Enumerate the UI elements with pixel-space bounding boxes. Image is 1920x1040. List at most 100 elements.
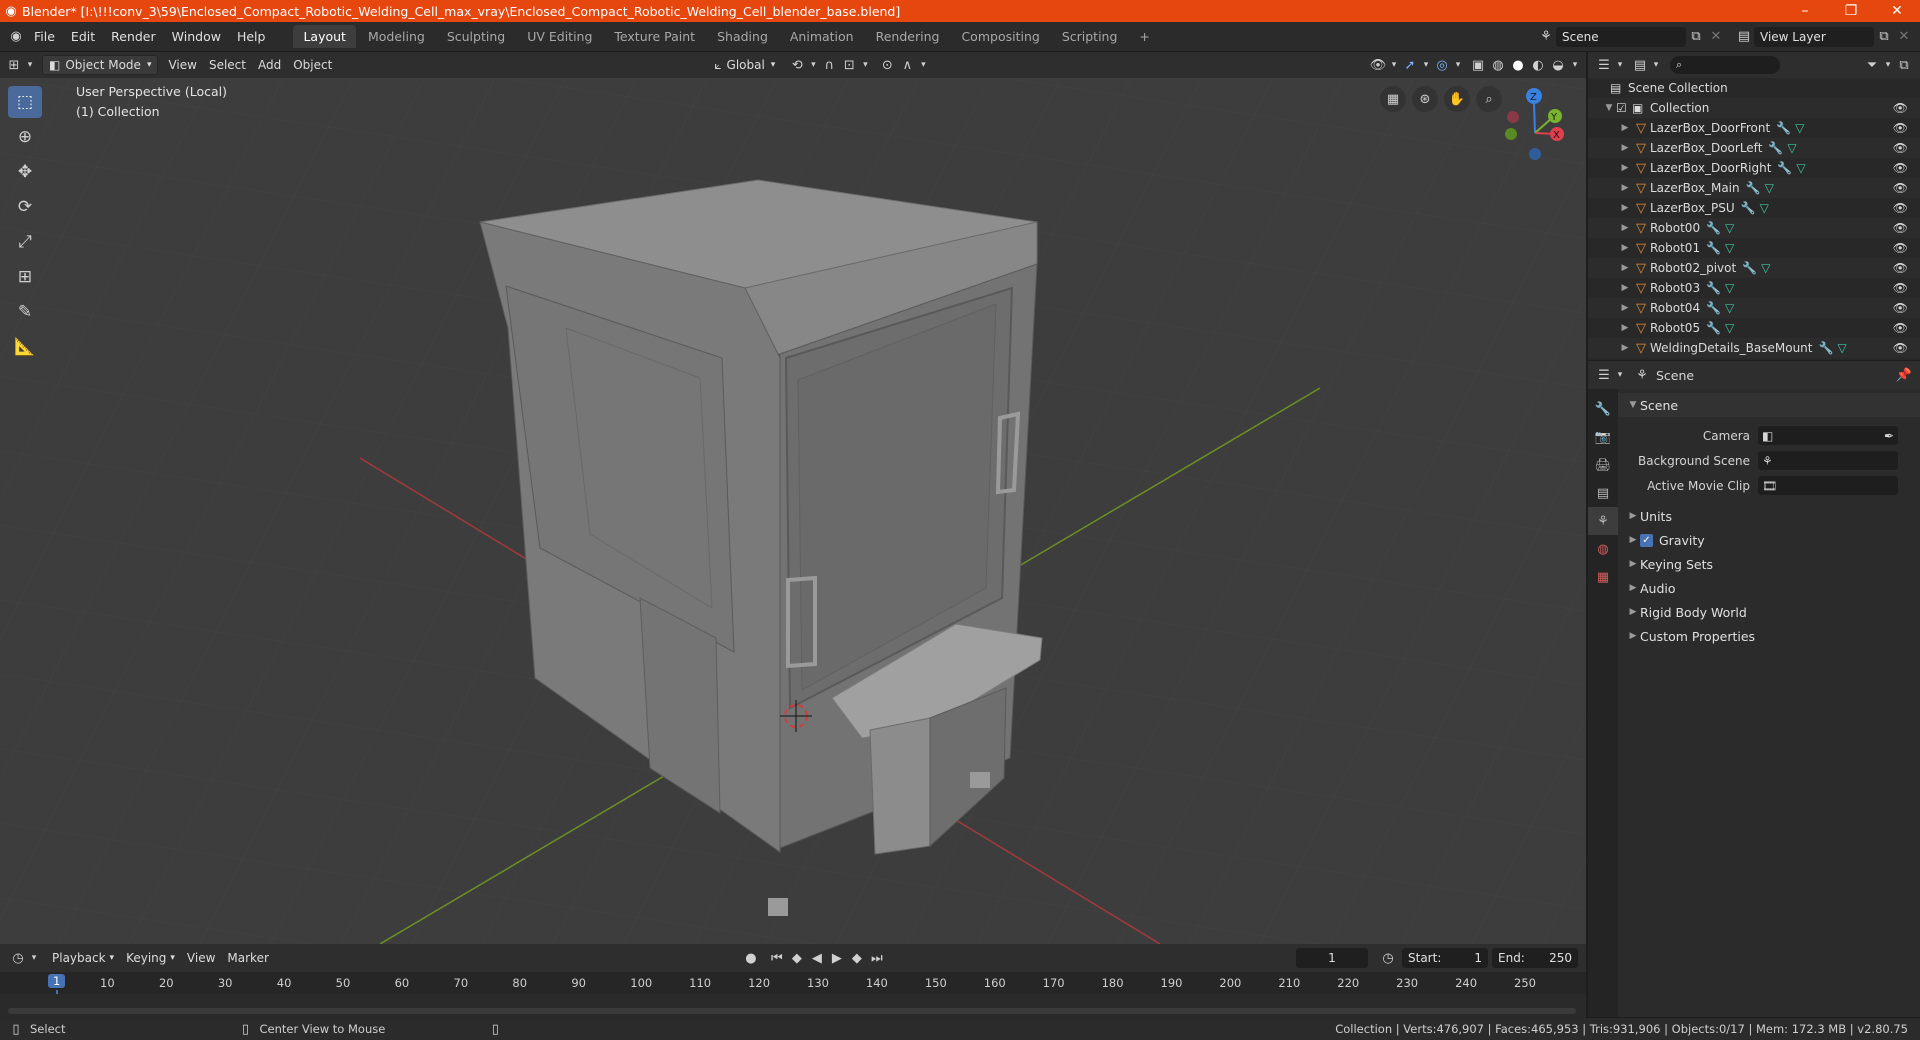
pan-hand-icon[interactable]: ✋ <box>1444 86 1470 112</box>
checkbox-icon[interactable]: ☑ <box>1616 101 1632 115</box>
output-tab-icon[interactable]: 🖨 <box>1588 451 1618 479</box>
tab-compositing[interactable]: Compositing <box>951 25 1049 48</box>
menu-playback[interactable]: Playback ▾ <box>46 948 120 968</box>
mesh-data-icon[interactable]: ▽ <box>1787 141 1796 155</box>
outliner-object-row[interactable]: ▶ ▽ LazerBox_DoorFront 🔧 ▽ 👁 <box>1588 118 1920 138</box>
modifier-wrench-icon[interactable]: 🔧 <box>1777 161 1792 175</box>
audio-panel[interactable]: ▶ Audio <box>1618 576 1920 600</box>
menu-render[interactable]: Render <box>103 29 164 44</box>
menu-timeline-view[interactable]: View <box>181 948 221 968</box>
menu-window[interactable]: Window <box>164 29 229 44</box>
modifier-wrench-icon[interactable]: 🔧 <box>1706 321 1721 335</box>
xray-toggle-icon[interactable]: ▣ <box>1468 55 1488 75</box>
jump-start-icon[interactable]: ⏮ <box>767 948 787 968</box>
eye-icon[interactable]: 👁 <box>1893 201 1908 215</box>
mesh-data-icon[interactable]: ▽ <box>1725 281 1734 295</box>
modifier-wrench-icon[interactable]: 🔧 <box>1746 181 1761 195</box>
close-button[interactable]: ✕ <box>1874 3 1920 19</box>
gravity-panel[interactable]: ▶ ✓ Gravity <box>1618 528 1920 552</box>
zoom-icon[interactable]: ⌕ <box>1476 86 1502 112</box>
modifier-wrench-icon[interactable]: 🔧 <box>1768 141 1783 155</box>
outliner-object-row[interactable]: ▶ ▽ LazerBox_DoorLeft 🔧 ▽ 👁 <box>1588 138 1920 158</box>
modifier-wrench-icon[interactable]: 🔧 <box>1776 121 1791 135</box>
modifier-wrench-icon[interactable]: 🔧 <box>1741 201 1756 215</box>
current-frame-marker[interactable]: 1 <box>48 974 66 988</box>
menu-select[interactable]: Select <box>203 55 252 75</box>
mesh-data-icon[interactable]: ▽ <box>1725 241 1734 255</box>
next-keyframe-icon[interactable]: ◆ <box>847 948 867 968</box>
scene-section-header[interactable]: ▼ Scene <box>1618 393 1920 417</box>
3d-viewport[interactable]: Z Y X User Perspective (Local) (1) Colle… <box>0 78 1586 944</box>
editor-type-icon[interactable]: ⊞ <box>4 55 24 75</box>
menu-edit[interactable]: Edit <box>63 29 103 44</box>
eye-icon[interactable]: 👁 <box>1893 281 1908 295</box>
eye-icon[interactable]: 👁 <box>1893 141 1908 155</box>
snap-target-icon[interactable]: ⊡ <box>839 55 859 75</box>
new-collection-icon[interactable]: ⧉ <box>1894 55 1914 75</box>
pivot-point-icon[interactable]: ⟲ <box>787 55 807 75</box>
mesh-data-icon[interactable]: ▽ <box>1837 341 1846 355</box>
eye-icon[interactable]: 👁 <box>1893 181 1908 195</box>
camera-view-icon[interactable]: ⊛ <box>1412 86 1438 112</box>
modifier-wrench-icon[interactable]: 🔧 <box>1742 261 1757 275</box>
clock-icon[interactable]: ◷ <box>1378 948 1398 968</box>
tab-modeling[interactable]: Modeling <box>358 25 435 48</box>
tab-rendering[interactable]: Rendering <box>866 25 950 48</box>
outliner-object-row[interactable]: ▶ ▽ LazerBox_PSU 🔧 ▽ 👁 <box>1588 198 1920 218</box>
outliner-search-input[interactable]: ⌕ <box>1670 56 1780 74</box>
menu-help[interactable]: Help <box>229 29 274 44</box>
display-mode-icon[interactable]: ▤ <box>1630 55 1650 75</box>
delete-view-layer-icon[interactable]: ✕ <box>1894 27 1914 47</box>
mesh-data-icon[interactable]: ▽ <box>1725 321 1734 335</box>
expand-triangle-icon[interactable]: ▶ <box>1618 243 1632 253</box>
gravity-checkbox[interactable]: ✓ <box>1640 533 1653 547</box>
tab-animation[interactable]: Animation <box>780 25 864 48</box>
transform-tool-icon[interactable]: ⊞ <box>8 261 42 293</box>
outliner-object-row[interactable]: ▶ ▽ Robot03 🔧 ▽ 👁 <box>1588 278 1920 298</box>
mesh-data-icon[interactable]: ▽ <box>1760 201 1769 215</box>
move-tool-icon[interactable]: ✥ <box>8 156 42 188</box>
mesh-data-icon[interactable]: ▽ <box>1795 121 1804 135</box>
outliner-object-row[interactable]: ▶ ▽ Robot05 🔧 ▽ 👁 <box>1588 318 1920 338</box>
expand-triangle-icon[interactable]: ▶ <box>1618 223 1632 233</box>
expand-triangle-icon[interactable]: ▶ <box>1618 303 1632 313</box>
timeline-ruler[interactable]: 1 10 20 30 40 50 60 70 80 90 100 110 120 130 140 150 160… <box>0 972 1586 1016</box>
pin-icon[interactable]: 📌 <box>1894 365 1914 385</box>
end-frame-field[interactable]: End: 250 <box>1492 948 1578 968</box>
eye-icon[interactable]: 👁 <box>1893 301 1908 315</box>
mesh-data-icon[interactable]: ▽ <box>1761 261 1770 275</box>
select-box-tool-icon[interactable]: ⬚ <box>8 86 42 118</box>
rotate-tool-icon[interactable]: ⟳ <box>8 191 42 223</box>
outliner-object-row[interactable]: ▶ ▽ LazerBox_Main 🔧 ▽ 👁 <box>1588 178 1920 198</box>
cursor-tool-icon[interactable]: ⊕ <box>8 121 42 153</box>
background-scene-field[interactable]: ⚘ <box>1758 451 1898 470</box>
record-icon[interactable]: ● <box>741 948 761 968</box>
add-workspace-button[interactable]: + <box>1129 25 1159 48</box>
mode-selector[interactable]: ◧ Object Mode ▾ <box>42 55 159 75</box>
scene-tab-icon[interactable]: ⚘ <box>1588 507 1618 535</box>
prev-keyframe-icon[interactable]: ◆ <box>787 948 807 968</box>
eye-icon[interactable]: 👁 <box>1893 221 1908 235</box>
maximize-button[interactable]: ❐ <box>1828 3 1874 19</box>
rigid-body-world-panel[interactable]: ▶ Rigid Body World <box>1618 600 1920 624</box>
outliner-object-row[interactable]: ▶ ▽ LazerBox_DoorRight 🔧 ▽ 👁 <box>1588 158 1920 178</box>
modifier-wrench-icon[interactable]: 🔧 <box>1706 301 1721 315</box>
outliner-object-row[interactable]: ▶ ▽ WeldingDetails_BaseMount 🔧 ▽ 👁 <box>1588 338 1920 358</box>
menu-add[interactable]: Add <box>252 55 287 75</box>
play-reverse-icon[interactable]: ◀ <box>807 948 827 968</box>
measure-tool-icon[interactable]: 📐 <box>8 331 42 363</box>
overlays-toggle-icon[interactable]: ◎ <box>1432 55 1452 75</box>
new-scene-icon[interactable]: ⧉ <box>1686 27 1706 47</box>
outliner-object-row[interactable]: ▶ ▽ Robot02_pivot 🔧 ▽ 👁 <box>1588 258 1920 278</box>
rendered-shading-icon[interactable]: ◒ <box>1548 55 1568 75</box>
render-tab-icon[interactable]: 📷 <box>1588 423 1618 451</box>
outliner-editor-icon[interactable]: ☰ <box>1594 55 1614 75</box>
texture-tab-icon[interactable]: ▦ <box>1588 563 1618 591</box>
view-layer-icon[interactable]: ▤ <box>1734 27 1754 47</box>
modifier-wrench-icon[interactable]: 🔧 <box>1819 341 1834 355</box>
view-layer-selector[interactable]: View Layer <box>1754 26 1874 47</box>
world-tab-icon[interactable]: ◍ <box>1588 535 1618 563</box>
tab-sculpting[interactable]: Sculpting <box>437 25 515 48</box>
mesh-data-icon[interactable]: ▽ <box>1765 181 1774 195</box>
outliner-scene-collection[interactable]: ▤ Scene Collection <box>1588 78 1920 98</box>
